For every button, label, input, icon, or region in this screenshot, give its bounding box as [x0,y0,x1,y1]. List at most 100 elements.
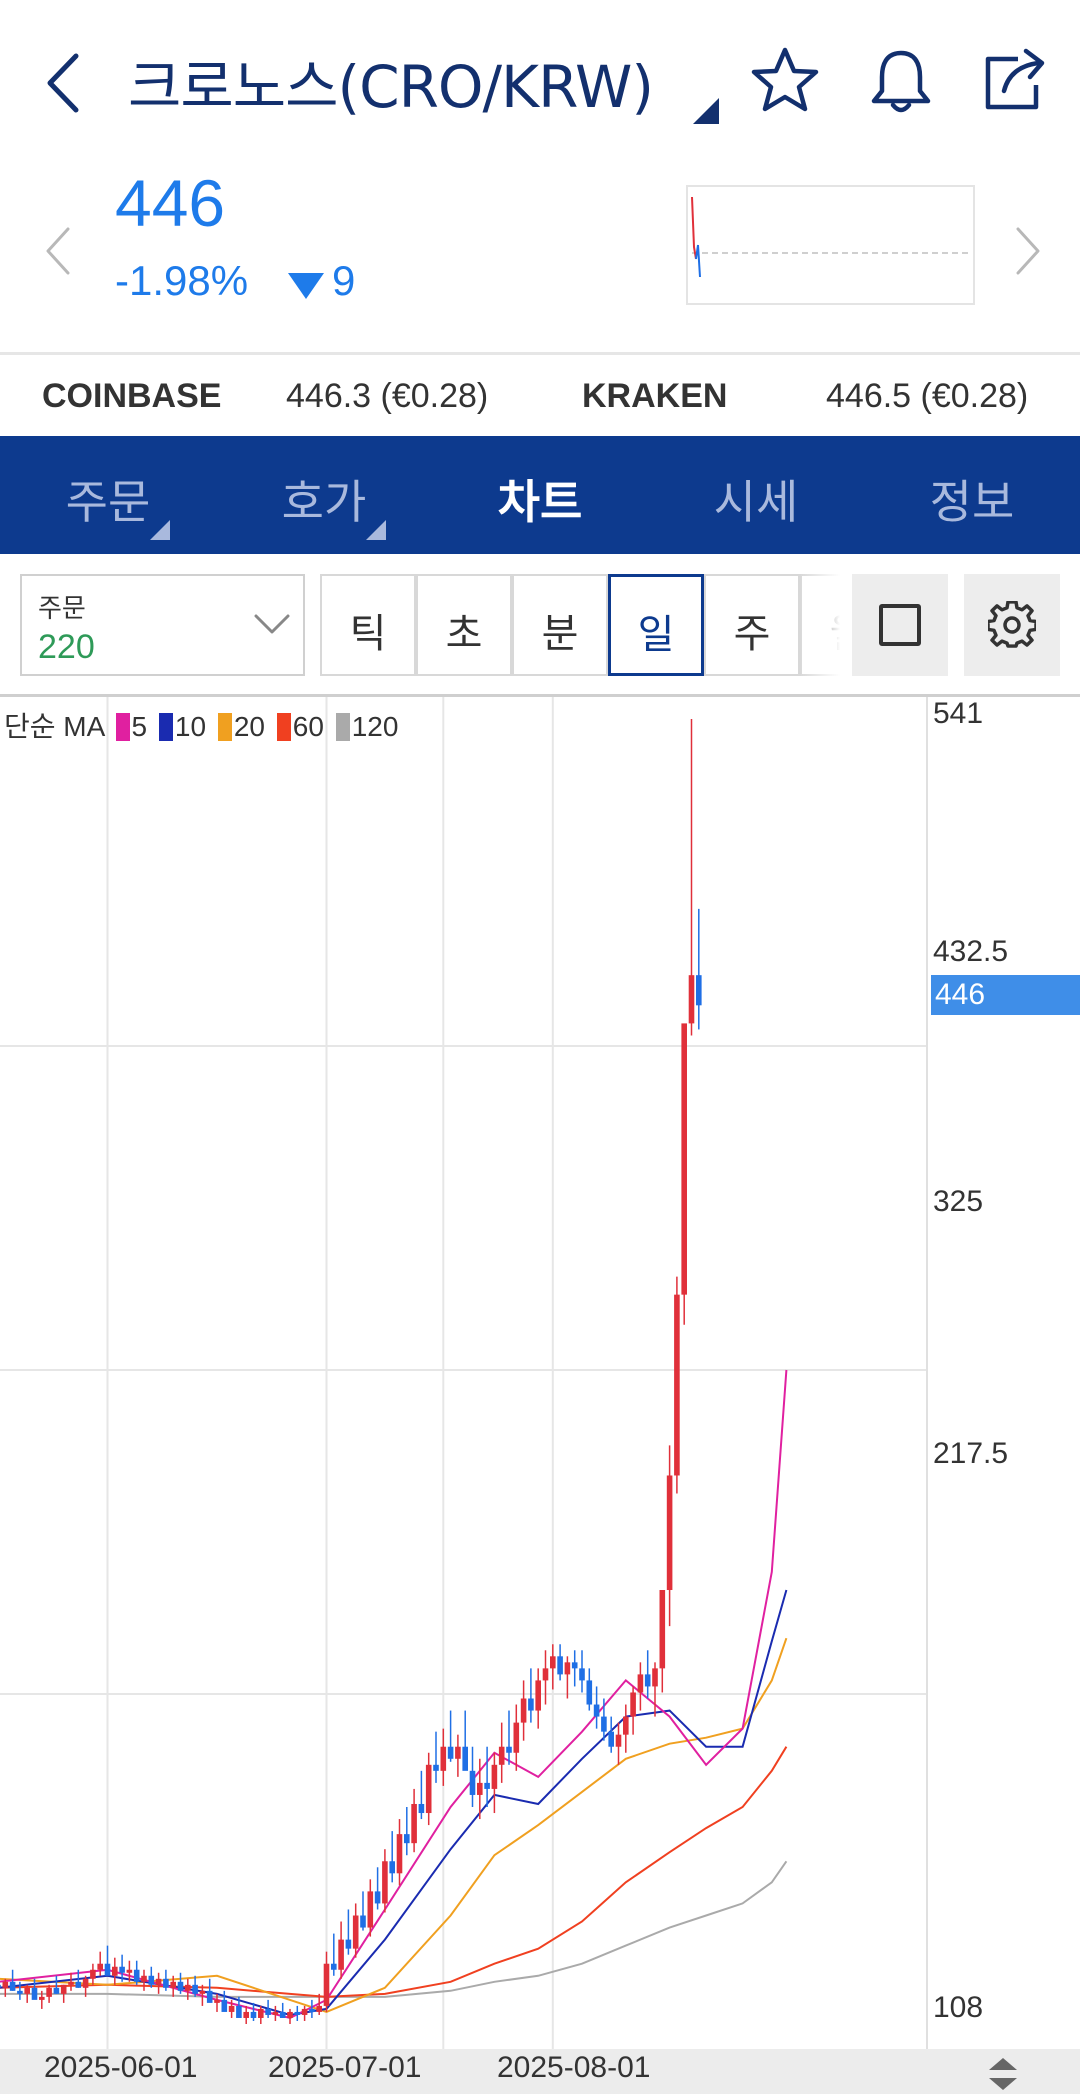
share-icon[interactable] [980,45,1050,115]
legend-label: 10 [174,711,207,742]
legend-swatch-ma120 [335,713,350,741]
period-label: 틱 [349,611,387,657]
candle [411,1803,417,1844]
legend-label: 5 [131,711,148,742]
candle [39,1996,45,2000]
period-second[interactable]: 초 [416,574,512,676]
legend-swatch-ma10 [158,713,173,741]
candle [2,1981,9,1988]
candle [163,1978,169,1988]
candle [331,1963,337,1970]
candle [382,1861,388,1904]
x-tick-label: 2025-08-01 [497,2051,651,2084]
candle [644,1674,651,1687]
candle [199,1990,206,1994]
candle [425,1764,432,1814]
page-title[interactable]: 크로노스(CRO/KRW) [128,40,654,124]
y-tick-label: 432.5 [933,935,1009,968]
tab-info[interactable]: 정보 [864,436,1080,554]
mini-chart[interactable] [686,185,975,305]
chevron-left-icon[interactable] [40,50,90,116]
legend-swatch-ma20 [217,713,232,741]
candle [177,1981,184,1991]
candle [228,2005,235,2012]
candle [696,975,702,1006]
candle [367,1891,374,1928]
y-tick-label: 325 [933,1185,984,1218]
candle [141,1975,147,1982]
candle [279,2011,286,2018]
candlestick-chart[interactable]: 단순 MA 5 10 20 60 120 541 432.5 325 217.5… [0,694,1080,2094]
tab-order[interactable]: 주문 [0,436,216,554]
candle [513,1722,520,1753]
candle [148,1975,155,1985]
square-icon [879,604,921,646]
candle [484,1782,490,1789]
period-week[interactable]: 주 [704,574,800,676]
change-amount: 9 [332,257,356,304]
fullscreen-button[interactable] [852,574,948,676]
period-tick[interactable]: 틱 [320,574,416,676]
candle [447,1746,454,1759]
candle [309,2008,315,2012]
candle [104,1963,111,1976]
candle [637,1674,644,1693]
candle [316,2005,322,2012]
tab-label: 차트 [497,475,583,529]
candle [462,1746,468,1771]
y-tick-label: 541 [933,697,984,730]
candle [688,975,695,1024]
candle [0,1984,1,1988]
down-triangle-icon [288,273,324,299]
candle [119,1966,125,1973]
candle [31,1987,38,2000]
order-select[interactable]: 주문 220 [20,574,305,676]
next-coin-icon[interactable] [1010,223,1046,279]
tab-label: 정보 [929,475,1015,529]
price-summary: 446 -1.98% 9 [0,165,1080,352]
period-minute[interactable]: 분 [512,574,608,676]
tab-label: 주문 [65,475,151,529]
chart-controls: 주문 220 틱 초 분 일 주 월 [0,554,1080,694]
candle [90,1969,96,1979]
order-select-value: 220 [38,628,95,666]
scroll-handle-icon[interactable] [985,2054,1021,2094]
candle [68,1981,74,1985]
tab-label: 호가 [281,475,367,529]
candle [221,1999,228,2012]
star-icon[interactable] [750,45,820,115]
candle [498,1746,505,1765]
prev-coin-icon[interactable] [40,223,76,279]
candle [126,1969,133,1973]
candle [389,1861,395,1874]
candle [287,2011,293,2018]
legend-title: 단순 MA [4,711,104,742]
candle [323,1963,330,2006]
candle [623,1716,629,1735]
candle [418,1803,425,1814]
candle [652,1668,658,1687]
candle [374,1891,381,1904]
candle [404,1834,410,1844]
candle [170,1981,176,1988]
exchange-name: COINBASE [42,377,222,415]
legend-label: 60 [292,711,324,742]
title-dropdown-indicator[interactable] [693,98,719,124]
chart-settings-button[interactable] [964,574,1060,676]
tab-chart[interactable]: 차트 [432,436,648,554]
legend-swatch-ma60 [276,713,291,741]
chart-canvas[interactable] [0,697,1080,2049]
candle [9,1981,16,1991]
candle [17,1990,23,1994]
period-day[interactable]: 일 [608,574,704,676]
bell-icon[interactable] [866,45,936,117]
tab-quotes[interactable]: 시세 [648,436,864,554]
candle [455,1746,461,1759]
tab-orderbook[interactable]: 호가 [216,436,432,554]
chevron-down-icon [254,614,290,634]
candle [250,2011,257,2018]
candle [659,1590,666,1669]
candle [236,2005,242,2018]
candle [674,1294,680,1476]
period-label: 일 [637,612,675,658]
